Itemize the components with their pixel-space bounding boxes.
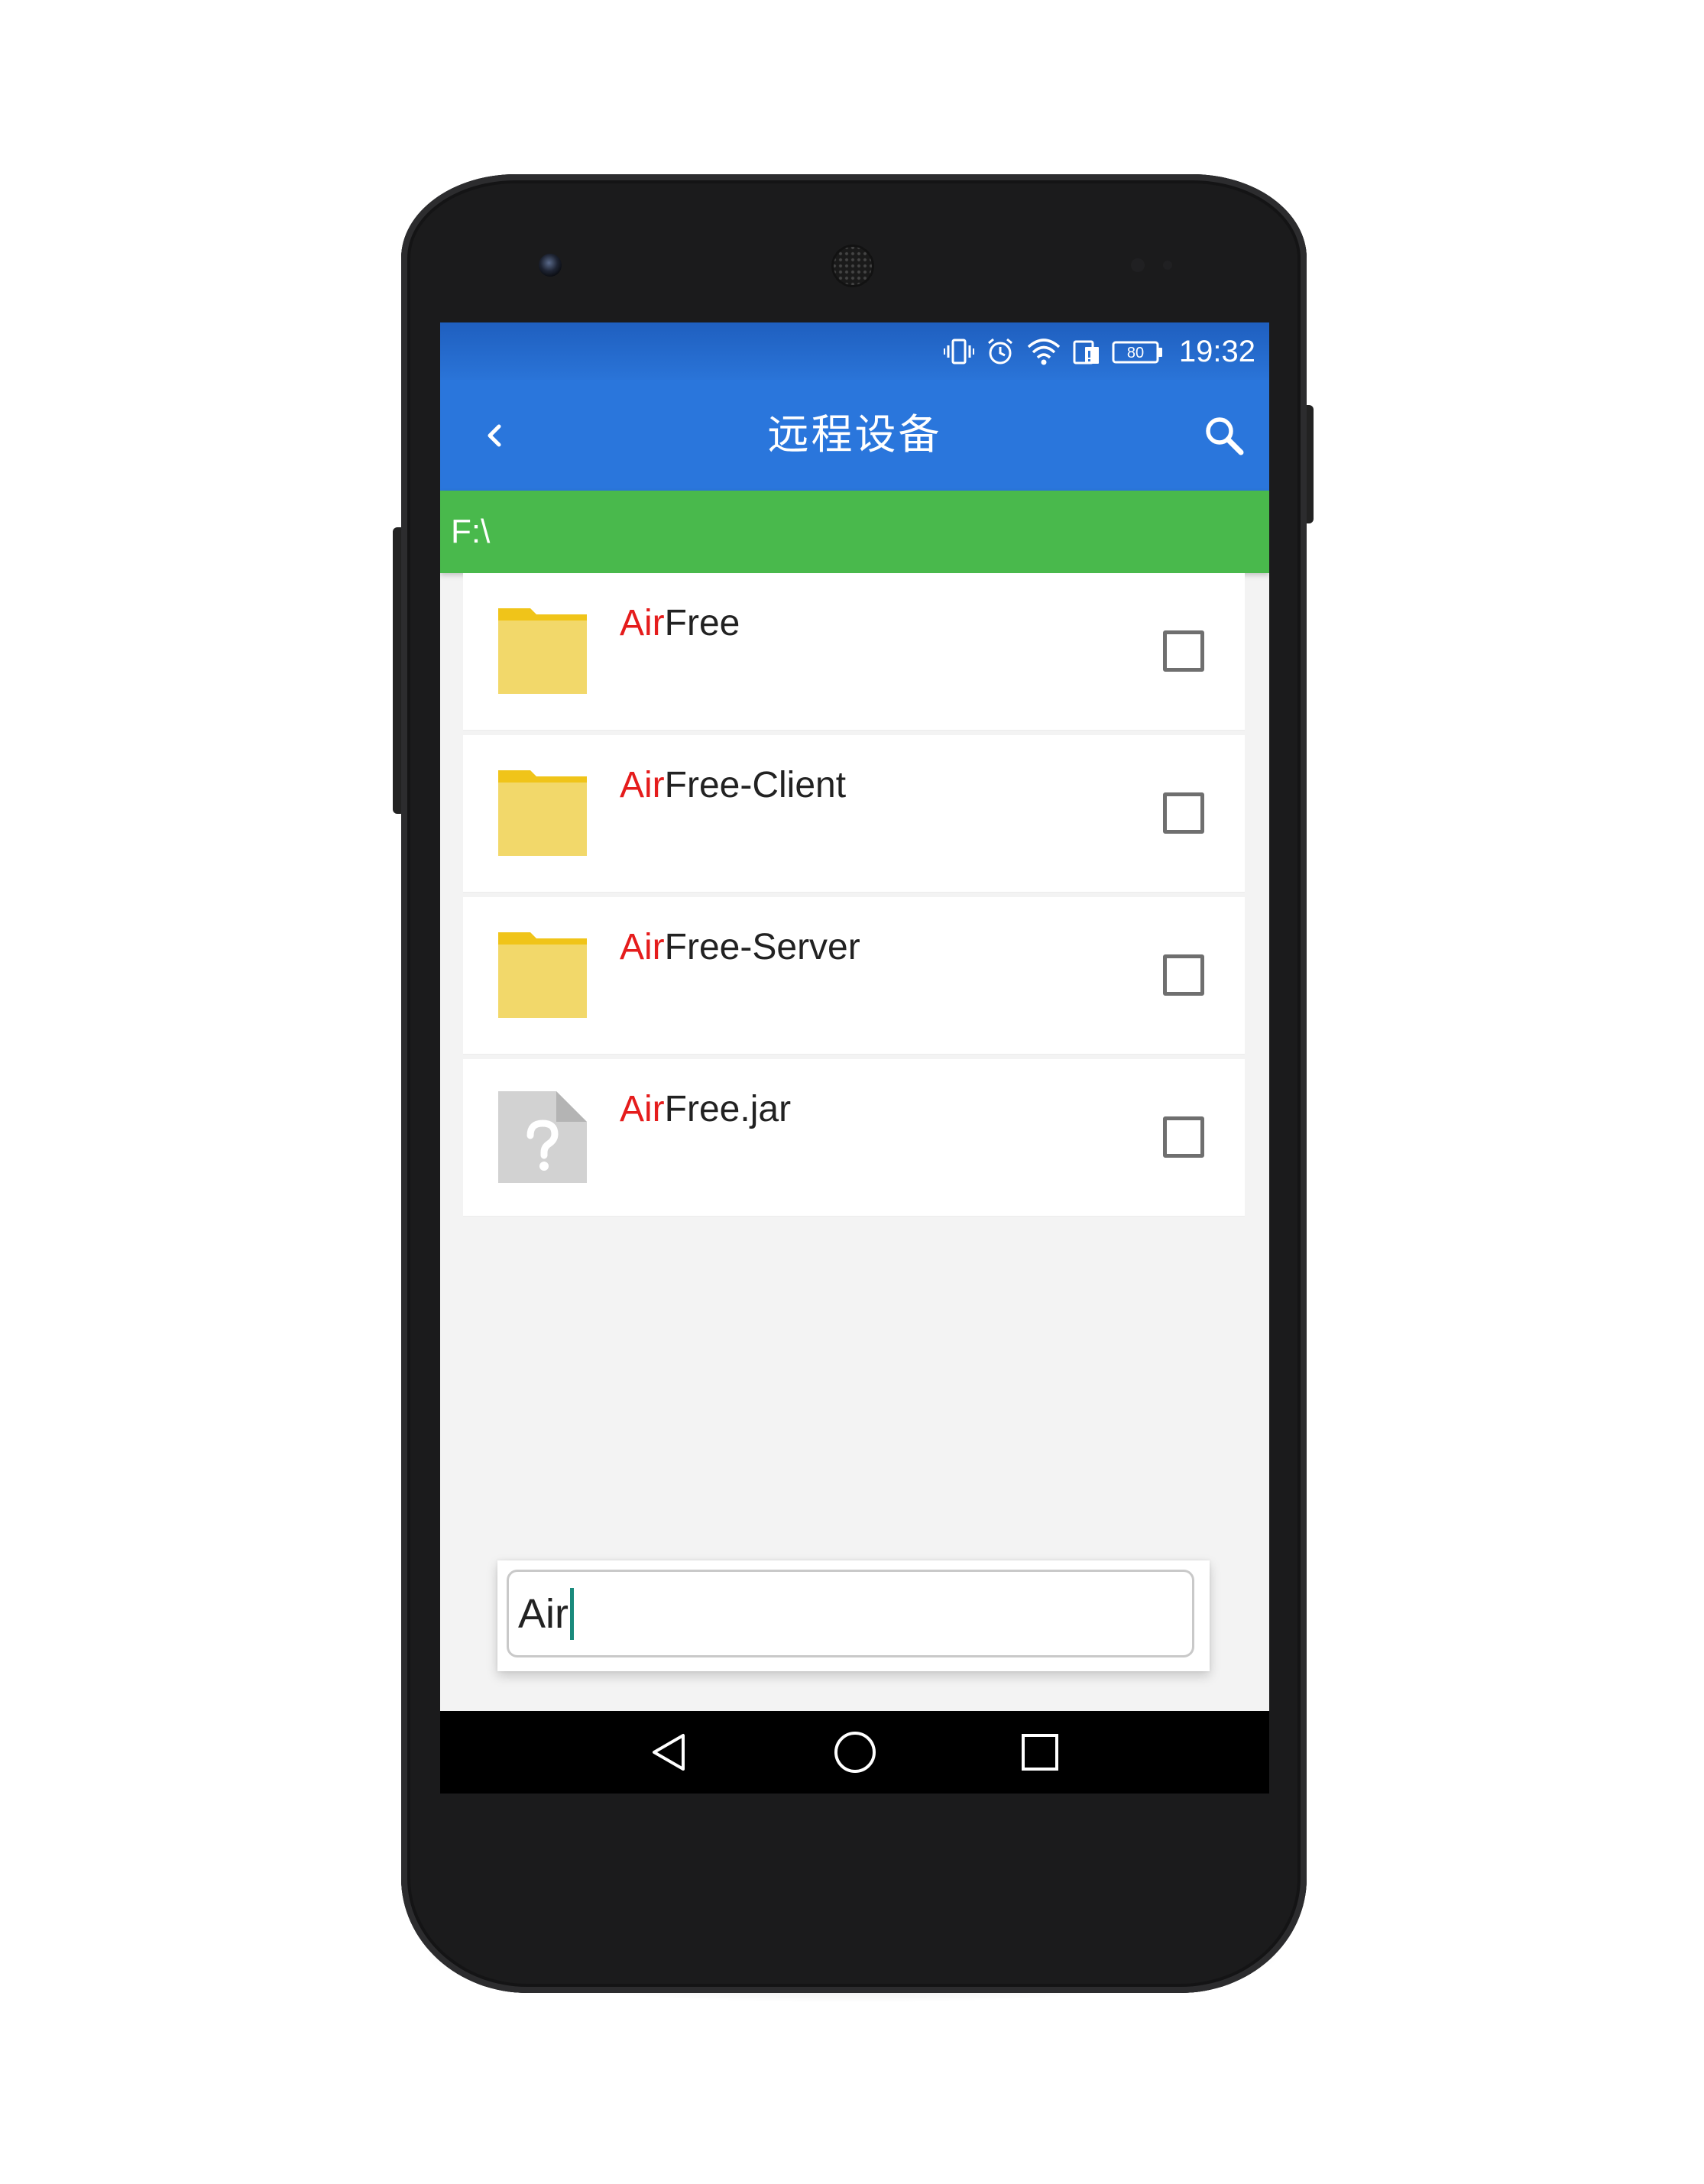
earpiece-speaker [831, 245, 874, 287]
search-input[interactable]: Air [507, 1570, 1194, 1657]
current-path: F:\ [451, 513, 491, 550]
file-name-match: Air [620, 1089, 665, 1129]
home-circle-icon [834, 1732, 876, 1773]
select-checkbox[interactable] [1163, 630, 1204, 672]
file-name: AirFree-Server [620, 926, 860, 968]
folder-icon [498, 608, 587, 694]
select-checkbox[interactable] [1163, 954, 1204, 996]
file-name-match: Air [620, 927, 665, 967]
file-list: AirFree AirFree-Client AirFree-Server Ai… [463, 573, 1245, 1221]
nav-back-button[interactable] [646, 1729, 692, 1775]
search-icon [1206, 417, 1244, 455]
screen: 80 19:32 远程设备 F:\ AirFree AirFree-Client… [440, 322, 1269, 1794]
folder-icon [498, 770, 587, 856]
proximity-sensor [1131, 258, 1145, 272]
file-name-rest: Free [664, 603, 740, 643]
status-icons: 80 19:32 [943, 333, 1255, 370]
vibrate-icon [943, 339, 974, 365]
list-item[interactable]: AirFree [463, 573, 1245, 731]
unknown-file-icon [498, 1091, 587, 1183]
file-name: AirFree [620, 602, 740, 644]
list-item[interactable]: AirFree-Client [463, 735, 1245, 893]
search-popup: Air [497, 1560, 1210, 1671]
file-name-rest: Free-Server [664, 927, 860, 967]
file-name-match: Air [620, 603, 665, 643]
file-name-match: Air [620, 765, 665, 805]
search-input-value: Air [518, 1590, 569, 1637]
search-button[interactable] [1196, 407, 1252, 464]
nav-recents-button[interactable] [1017, 1729, 1063, 1775]
file-name: AirFree-Client [620, 764, 846, 806]
recents-square-icon [1022, 1734, 1058, 1771]
select-checkbox[interactable] [1163, 792, 1204, 834]
list-item[interactable]: AirFree-Server [463, 897, 1245, 1055]
app-bar: 远程设备 [440, 380, 1269, 491]
battery-level: 80 [1127, 345, 1144, 361]
sim-icon [1073, 340, 1099, 365]
text-caret [570, 1587, 574, 1640]
page-title: 远程设备 [767, 412, 942, 458]
path-breadcrumb: F:\ [440, 491, 1269, 573]
folder-icon [498, 932, 587, 1018]
status-time: 19:32 [1178, 334, 1255, 368]
navigation-bar [440, 1711, 1269, 1794]
file-name-rest: Free.jar [664, 1089, 792, 1129]
alarm-icon [987, 338, 1012, 365]
wifi-icon [1027, 339, 1061, 365]
file-name: AirFree.jar [620, 1088, 791, 1130]
battery-icon: 80 [1112, 341, 1162, 364]
status-bar: 80 19:32 [440, 322, 1269, 380]
back-triangle-icon [653, 1734, 685, 1771]
select-checkbox[interactable] [1163, 1116, 1204, 1158]
light-sensor [1163, 261, 1172, 270]
list-item[interactable]: AirFree.jar [463, 1059, 1245, 1217]
front-camera [539, 254, 562, 277]
file-name-rest: Free-Client [664, 765, 847, 805]
nav-home-button[interactable] [832, 1729, 878, 1775]
